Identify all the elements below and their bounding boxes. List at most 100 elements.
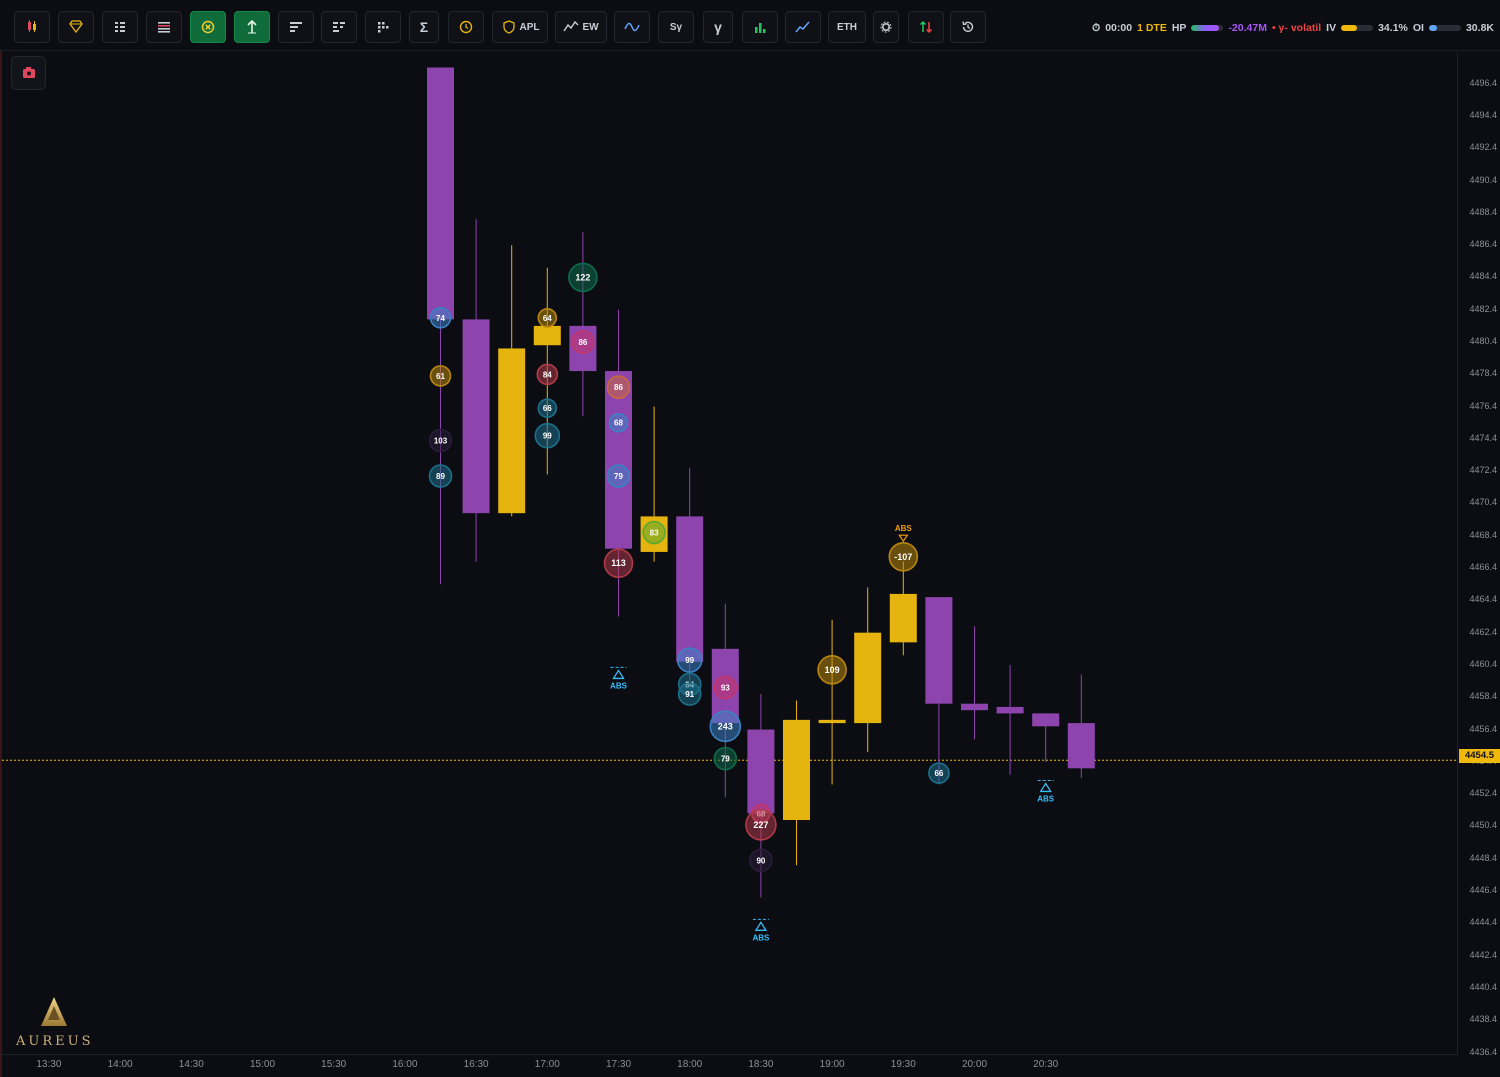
y-tick-label: 4484.4 [1469,271,1497,282]
x-tick-label: 17:00 [534,1059,560,1070]
volume-marker-label: 90 [756,856,765,865]
y-tick-label: 4452.4 [1469,788,1497,799]
candle-body [676,516,704,662]
candle-body [1032,713,1060,727]
candle-body [533,325,561,346]
candle-body [925,597,953,704]
y-tick-label: 4456.4 [1469,723,1497,734]
abs-label: ABS [610,681,628,690]
volume-marker-label: 99 [685,656,694,665]
screenshot-button[interactable] [11,56,46,90]
volume-marker-label: 93 [721,684,730,693]
bars-left-icon[interactable] [278,11,314,43]
bar-chart-icon [755,23,766,33]
x-axis-separator [0,1054,1458,1055]
sigma-button[interactable]: Σ [409,11,439,43]
settings-button[interactable] [873,11,899,43]
eth-button-label: ETH [837,21,857,33]
grid-list-icon [115,22,125,32]
volume-marker-label: 74 [436,314,445,323]
candle-body [854,632,882,724]
eth-button[interactable]: ETH [828,11,866,43]
volume-marker-label: 64 [543,314,552,323]
volume-marker-label: -107 [894,552,912,562]
x-tick-label: 16:00 [392,1059,418,1070]
sigma-button-label: Σ [419,19,429,35]
y-tick-label: 4450.4 [1469,820,1497,831]
bars-left-icon [290,22,302,32]
bars-split-icon[interactable] [321,11,357,43]
volume-marker-label: 113 [611,558,626,568]
y-tick-label: 4462.4 [1469,626,1497,637]
sort-button[interactable] [908,11,944,43]
y-tick-label: 4496.4 [1469,77,1497,88]
wave-icon [624,22,640,32]
candles-icon[interactable] [14,11,50,43]
volume-marker-label: 99 [543,432,552,441]
clock-icon[interactable] [448,11,484,43]
y-tick-label: 4486.4 [1469,239,1497,250]
candle-body [1067,723,1095,769]
diamond-icon[interactable] [58,11,94,43]
dots-grid-icon[interactable] [365,11,401,43]
hp-label: HP [1171,22,1187,34]
trend-icon [563,20,579,32]
candle-body [747,729,775,814]
volume-marker-label: 61 [436,372,445,381]
lines-list-icon[interactable] [146,11,182,43]
x-tick-label: 14:00 [107,1059,133,1070]
y-tick-label: 4482.4 [1469,303,1497,314]
abs-label: ABS [752,933,770,942]
y-tick-label: 4474.4 [1469,432,1497,443]
y-tick-label: 4464.4 [1469,594,1497,605]
price-chart[interactable]: ABS ABS ABS ABS 74 61 103 89 64 84 66 99 122 86 86 68 79… [0,0,1500,1077]
candle-body [427,67,454,320]
candle-body [889,593,917,643]
volume-marker-label: 66 [543,404,552,413]
arrow-up-icon [247,19,257,34]
bars-split-icon [333,22,345,32]
y-tick-label: 4444.4 [1469,917,1497,928]
hp-progress [1191,25,1224,31]
iv-label: IV [1326,22,1337,34]
volume-marker-label: 66 [934,769,943,778]
y-tick-label: 4480.4 [1469,336,1497,346]
x-circle-icon [201,20,215,34]
gamma-button[interactable]: γ [703,11,733,43]
up-down-arrows-icon [919,20,933,34]
current-price-tag: 4454.5 [1459,749,1500,763]
apl-button[interactable]: APL [492,11,548,43]
bar-chart-button[interactable] [742,11,778,43]
dte-badge: 1 DTE [1137,22,1167,34]
volume-marker-label: 109 [825,665,840,675]
x-tick-label: 19:30 [890,1059,916,1070]
candles-icon [28,20,36,32]
volume-marker-label: 103 [434,437,448,446]
iv-progress [1341,25,1374,31]
x-tick-label: 18:30 [748,1059,774,1070]
lines-list-icon [158,22,170,33]
y-tick-label: 4478.4 [1469,368,1497,379]
grid-list-icon[interactable] [102,11,138,43]
y-tick-label: 4438.4 [1469,1014,1497,1025]
volume-marker-label: 84 [543,370,552,379]
volume-marker-label: 86 [614,383,623,392]
status-time: 00:00 [1105,22,1133,34]
sy-button[interactable]: Sγ [658,11,694,43]
y-tick-label: 4460.4 [1469,658,1497,669]
history-button[interactable] [950,11,986,43]
arrow-up-toggle[interactable] [234,11,270,43]
ew-button[interactable]: EW [555,11,607,43]
volume-marker-label: 79 [614,472,623,481]
x-circle-toggle[interactable] [190,11,226,43]
abs-triangle-icon [898,534,909,543]
candle-body [818,719,846,724]
y-tick-label: 4492.4 [1469,142,1497,153]
y-tick-label: 4476.4 [1469,400,1497,411]
wave-button[interactable] [614,11,650,43]
abs-triangle-icon [1039,782,1052,793]
volume-marker-label: 68 [614,419,623,428]
y-tick-label: 4466.4 [1469,562,1497,573]
volume-marker-label: 227 [753,820,768,830]
line-chart-button[interactable] [785,11,821,43]
